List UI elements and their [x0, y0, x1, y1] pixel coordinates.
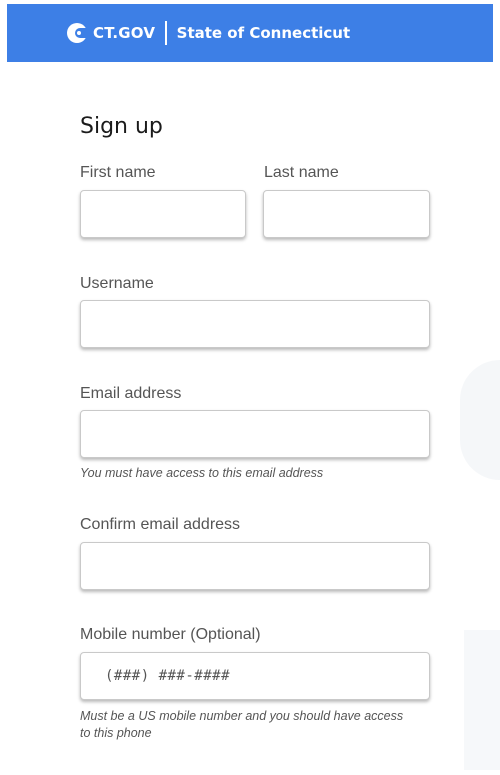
first-name-label: First name [80, 164, 156, 181]
first-name-input[interactable] [80, 190, 246, 238]
brand-name[interactable]: CT.GOV [93, 24, 155, 42]
email-hint: You must have access to this email addre… [80, 466, 324, 480]
background-decoration [460, 360, 500, 480]
header-divider [165, 21, 167, 45]
mobile-label: Mobile number (Optional) [80, 626, 261, 643]
ct-logo-icon[interactable] [67, 23, 89, 43]
username-label: Username [80, 275, 154, 292]
site-header: CT.GOV State of Connecticut [7, 4, 493, 62]
mobile-input[interactable] [80, 652, 430, 700]
email-input[interactable] [80, 410, 430, 458]
confirm-email-label: Confirm email address [80, 516, 241, 533]
last-name-label: Last name [264, 164, 339, 181]
confirm-email-input[interactable] [80, 542, 430, 590]
page-title: Sign up [80, 114, 163, 139]
last-name-input[interactable] [263, 190, 430, 238]
background-decoration [464, 630, 500, 770]
email-label: Email address [80, 385, 182, 402]
state-name: State of Connecticut [176, 24, 351, 42]
mobile-hint: Must be a US mobile number and you shoul… [80, 709, 404, 740]
username-input[interactable] [80, 300, 430, 348]
